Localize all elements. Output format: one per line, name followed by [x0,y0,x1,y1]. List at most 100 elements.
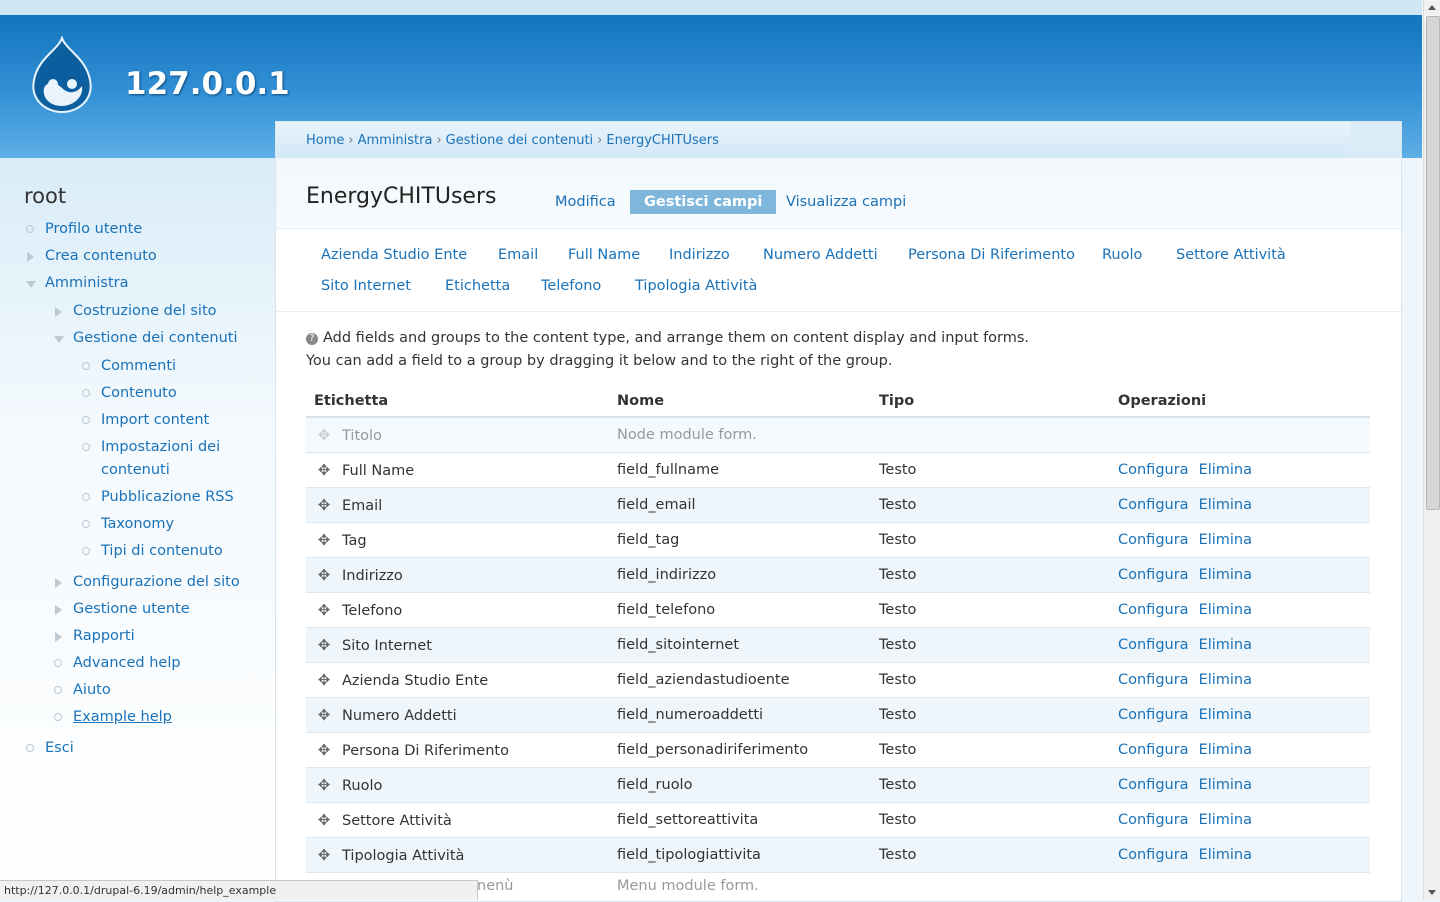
column-header-operazioni: Operazioni [1118,386,1370,418]
sidebar-item-advanced-help[interactable]: Advanced help [73,655,181,671]
drag-handle-icon[interactable]: ✥ [306,601,342,619]
delete-link[interactable]: Elimina [1199,462,1252,478]
delete-link[interactable]: Elimina [1199,812,1252,828]
row-type: Testo [879,732,1118,768]
drag-handle-icon[interactable]: ✥ [306,496,342,514]
sidebar-item-profilo-utente[interactable]: Profilo utente [45,221,142,237]
subtab-persona-di-riferimento[interactable]: Persona Di Riferimento [908,247,1075,263]
sidebar-item-pubblicazione-rss[interactable]: Pubblicazione RSS [101,489,234,505]
configure-link[interactable]: Configura [1118,777,1189,793]
sidebar-item-aiuto[interactable]: Aiuto [73,682,111,698]
subtab-sito-internet[interactable]: Sito Internet [321,278,411,294]
configure-link[interactable]: Configura [1118,847,1189,863]
table-row: ✥ Full Name field_fullname Testo Configur… [306,452,1370,488]
delete-link[interactable]: Elimina [1199,672,1252,688]
drag-handle-icon[interactable]: ✥ [306,426,342,444]
sidebar-item-gestione-utente[interactable]: Gestione utente [73,601,190,617]
row-type: Testo [879,662,1118,698]
drag-handle-icon[interactable]: ✥ [306,636,342,654]
sidebar-item-contenuto[interactable]: Contenuto [101,385,177,401]
vertical-scrollbar[interactable] [1423,0,1440,900]
delete-link[interactable]: Elimina [1199,777,1252,793]
breadcrumb-current[interactable]: EnergyCHITUsers [606,133,719,148]
drag-handle-icon[interactable]: ✥ [306,776,342,794]
configure-link[interactable]: Configura [1118,532,1189,548]
sidebar-item-crea-contenuto[interactable]: Crea contenuto [45,248,157,264]
subtab-azienda-studio-ente[interactable]: Azienda Studio Ente [321,247,467,263]
row-type: Testo [879,767,1118,803]
delete-link[interactable]: Elimina [1199,567,1252,583]
subtab-email[interactable]: Email [498,247,538,263]
configure-link[interactable]: Configura [1118,567,1189,583]
drag-handle-icon[interactable]: ✥ [306,846,342,864]
configure-link[interactable]: Configura [1118,812,1189,828]
configure-link[interactable]: Configura [1118,637,1189,653]
subtab-indirizzo[interactable]: Indirizzo [669,247,730,263]
sidebar-item-impostazioni-contenuti-cont[interactable]: contenuti [101,462,170,478]
table-row: ✥ Sito Internet field_sitointernet Testo … [306,627,1370,663]
sidebar-item-rapporti[interactable]: Rapporti [73,628,135,644]
sidebar-item-tipi-contenuto[interactable]: Tipi di contenuto [101,543,223,559]
drag-handle-icon[interactable]: ✥ [306,706,342,724]
delete-link[interactable]: Elimina [1199,637,1252,653]
configure-link[interactable]: Configura [1118,602,1189,618]
scrollbar-thumb[interactable] [1426,16,1440,510]
delete-link[interactable]: Elimina [1199,742,1252,758]
collapsed-arrow-icon [55,307,62,317]
sidebar-item-esci[interactable]: Esci [45,740,74,756]
subtab-telefono[interactable]: Telefono [541,278,601,294]
breadcrumb-gestione-contenuti[interactable]: Gestione dei contenuti [446,133,594,148]
sidebar-item-costruzione-sito[interactable]: Costruzione del sito [73,303,217,319]
tab-visualizza-campi[interactable]: Visualizza campi [772,190,920,214]
configure-link[interactable]: Configura [1118,497,1189,513]
delete-link[interactable]: Elimina [1199,532,1252,548]
subtab-numero-addetti[interactable]: Numero Addetti [763,247,878,263]
sidebar-item-import-content[interactable]: Import content [101,412,209,428]
expanded-arrow-icon [54,336,64,343]
table-row: ✥ Persona Di Riferimento field_personadir… [306,732,1370,768]
breadcrumb-amministra[interactable]: Amministra [358,133,433,148]
sidebar-item-taxonomy[interactable]: Taxonomy [101,516,174,532]
breadcrumb-home[interactable]: Home [306,133,344,148]
subtab-full-name[interactable]: Full Name [568,247,640,263]
delete-link[interactable]: Elimina [1199,497,1252,513]
subtab-etichetta[interactable]: Etichetta [445,278,510,294]
drag-handle-icon[interactable]: ✥ [306,671,342,689]
row-type: Testo [879,557,1118,593]
subtab-ruolo[interactable]: Ruolo [1102,247,1142,263]
sidebar-item-impostazioni-contenuti[interactable]: Impostazioni dei [101,439,220,455]
main-content: Home › Amministra › Gestione dei contenuti › E… [275,121,1402,902]
column-header-nome: Nome [617,386,879,418]
configure-link[interactable]: Configura [1118,707,1189,723]
drag-handle-icon[interactable]: ✥ [306,741,342,759]
delete-link[interactable]: Elimina [1199,847,1252,863]
row-type: Testo [879,592,1118,628]
bullet-icon [82,416,90,424]
tab-gestisci-campi[interactable]: Gestisci campi [630,190,777,214]
row-name: field_aziendastudioente [617,662,879,698]
sidebar-item-configurazione-sito[interactable]: Configurazione del sito [73,574,240,590]
drag-handle-icon[interactable]: ✥ [306,811,342,829]
drag-handle-icon[interactable]: ✥ [306,461,342,479]
sidebar-item-commenti[interactable]: Commenti [101,358,176,374]
row-name: field_fullname [617,452,879,488]
scroll-up-arrow-icon[interactable] [1428,5,1436,10]
sidebar-item-amministra[interactable]: Amministra [45,275,129,291]
delete-link[interactable]: Elimina [1199,707,1252,723]
configure-link[interactable]: Configura [1118,672,1189,688]
scroll-down-arrow-icon[interactable] [1428,890,1436,895]
drag-handle-icon[interactable]: ✥ [306,566,342,584]
subtab-tipologia-attivita[interactable]: Tipologia Attività [635,278,757,294]
row-label: Indirizzo [342,568,403,584]
configure-link[interactable]: Configura [1118,742,1189,758]
tab-modifica[interactable]: Modifica [541,190,630,214]
site-name[interactable]: 127.0.0.1 [125,66,290,102]
configure-link[interactable]: Configura [1118,462,1189,478]
sidebar-item-gestione-contenuti[interactable]: Gestione dei contenuti [73,330,238,346]
subtab-settore-attivita[interactable]: Settore Attività [1176,247,1286,263]
drupal-logo-icon[interactable] [26,36,98,114]
delete-link[interactable]: Elimina [1199,602,1252,618]
drag-handle-icon[interactable]: ✥ [306,531,342,549]
breadcrumb-corner [1351,122,1401,158]
sidebar-item-example-help[interactable]: Example help [73,709,172,725]
